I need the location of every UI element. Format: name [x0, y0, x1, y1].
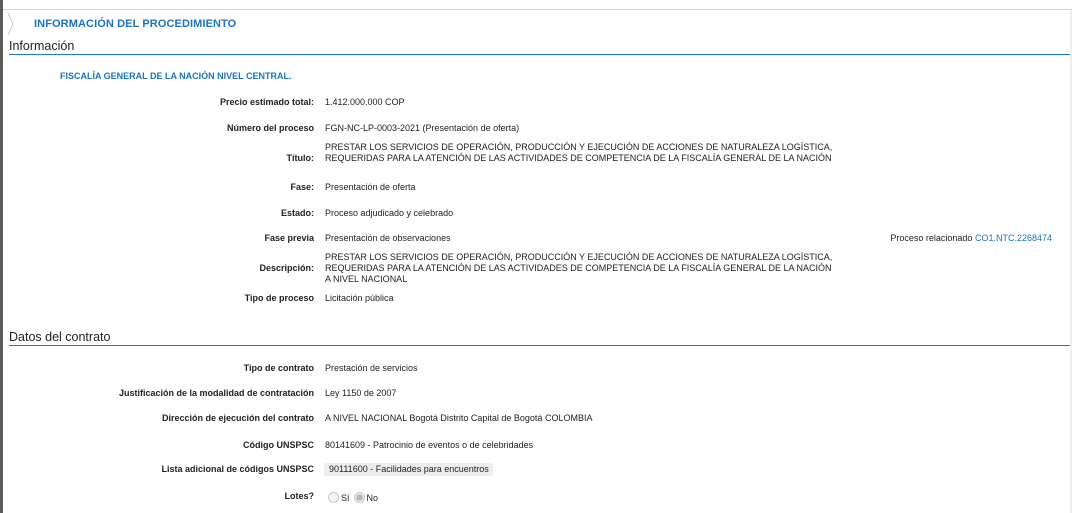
field-label: Dirección de ejecución del contrato [161, 413, 314, 423]
lotes-no-label: No [366, 492, 379, 503]
field-value: Proceso adjudicado y celebrado [325, 208, 454, 218]
procedure-section-header[interactable]: INFORMACIÓN DEL PROCEDIMIENTO [3, 10, 1072, 37]
field-label: Fase previa [264, 233, 314, 243]
entity-name: FISCALÍA GENERAL DE LA NACIÓN NIVEL CENT… [60, 71, 292, 81]
related-process: Proceso relacionado CO1.NTC.2268474 [890, 233, 1052, 243]
field-value: 80141609 - Patrocinio de eventos o de ce… [325, 440, 534, 450]
field-label: Código UNSPSC [243, 440, 314, 450]
field-value: FGN-NC-LP-0003-2021 (Presentación de ofe… [325, 123, 520, 133]
field-label: Descripción: [259, 263, 314, 273]
info-group-title: Información [9, 39, 75, 53]
chevron-right-icon [7, 12, 15, 41]
field-label: Título: [286, 153, 315, 163]
field-label: Justificación de la modalidad de contrat… [118, 388, 314, 398]
field-label: Tipo de proceso [244, 293, 314, 303]
field-value: PRESTAR LOS SERVICIOS DE OPERACIÓN, PROD… [325, 252, 833, 284]
field-label: Tipo de contrato [243, 363, 314, 373]
field-label: Estado: [280, 208, 314, 218]
lotes-radio-group: Sí No [328, 492, 382, 503]
left-edge-bar [0, 0, 3, 513]
field-value: 1.412.000.000 COP [325, 97, 405, 107]
field-value: Prestación de servicios [325, 363, 418, 373]
field-value: A NIVEL NACIONAL Bogotá Distrito Capital… [325, 413, 593, 423]
related-process-label: Proceso relacionado [890, 233, 973, 243]
related-process-link[interactable]: CO1.NTC.2268474 [975, 233, 1052, 243]
field-value: Licitación pública [325, 293, 394, 303]
info-group-divider [9, 54, 1070, 55]
unspsc-tag: 90111600 - Facilidades para encuentros [324, 463, 493, 476]
lotes-yes-label: Sí [341, 492, 350, 503]
field-value: Ley 1150 de 2007 [325, 388, 397, 398]
field-label: Precio estimado total: [219, 97, 314, 107]
lotes-yes-radio[interactable] [328, 492, 339, 503]
contract-group-divider [9, 345, 1070, 346]
field-label: Fase: [290, 182, 314, 192]
field-value: Presentación de oferta [325, 182, 416, 192]
section-title: INFORMACIÓN DEL PROCEDIMIENTO [34, 18, 237, 30]
lotes-no-radio[interactable] [353, 492, 365, 503]
field-label: Lotes? [284, 491, 314, 501]
field-label: Lista adicional de códigos UNSPSC [161, 464, 314, 474]
field-value: PRESTAR LOS SERVICIOS DE OPERACIÓN, PROD… [325, 142, 833, 163]
field-value: Presentación de observaciones [325, 233, 451, 243]
contract-group-title: Datos del contrato [9, 330, 111, 344]
field-label: Número del proceso [226, 123, 314, 133]
